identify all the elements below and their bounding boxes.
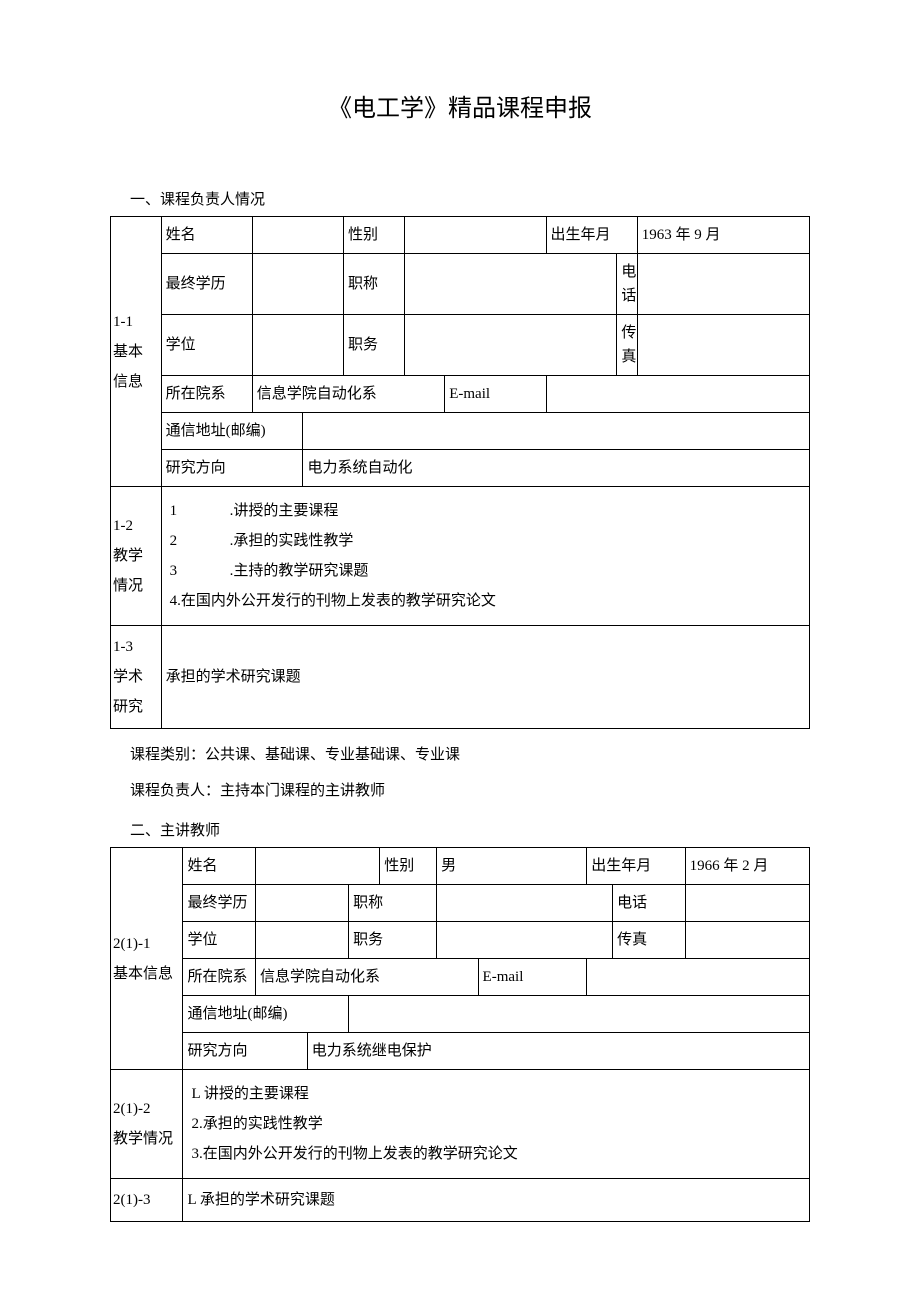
value-phone bbox=[637, 254, 809, 315]
value2-gender: 男 bbox=[437, 848, 587, 885]
t1-num: 1 bbox=[170, 499, 230, 523]
t2-1: L 讲授的主要课程 bbox=[191, 1082, 801, 1106]
academic-text: 承担的学术研究课题 bbox=[161, 626, 809, 729]
value2-degree bbox=[255, 922, 348, 959]
side-teaching: 1-2 教学情况 bbox=[111, 487, 162, 626]
label2-phone: 电话 bbox=[613, 885, 686, 922]
t3-num: 3 bbox=[170, 559, 230, 583]
value2-title bbox=[437, 885, 613, 922]
t3-text: .主持的教学研究课题 bbox=[230, 563, 369, 579]
label2-name: 姓名 bbox=[183, 848, 255, 885]
t2-2: 2.承担的实践性教学 bbox=[191, 1112, 801, 1136]
value-birth: 1963 年 9 月 bbox=[637, 217, 809, 254]
table-person-in-charge: 1-1 基本 信息 姓名 性别 出生年月 1963 年 9 月 最终学历 职称 … bbox=[110, 216, 810, 729]
table-lecturer: 2(1)-1 基本信息 姓名 性别 男 出生年月 1966 年 2 月 最终学历… bbox=[110, 847, 810, 1222]
t2-text: .承担的实践性教学 bbox=[230, 533, 354, 549]
side2-basic-info: 2(1)-1 基本信息 bbox=[111, 848, 183, 1070]
label2-title: 职称 bbox=[349, 885, 437, 922]
value-edu bbox=[252, 254, 343, 315]
label-position: 职务 bbox=[343, 315, 404, 376]
label2-fax: 传真 bbox=[613, 922, 686, 959]
t1-text: .讲授的主要课程 bbox=[230, 503, 339, 519]
side-academic: 1-3 学术 研究 bbox=[111, 626, 162, 729]
value-email bbox=[546, 376, 809, 413]
label-addr: 通信地址(邮编) bbox=[161, 413, 303, 450]
side2-academic: 2(1)-3 bbox=[111, 1179, 183, 1222]
value-name bbox=[252, 217, 343, 254]
value2-email bbox=[587, 959, 810, 996]
teaching-items: 1.讲授的主要课程 2.承担的实践性教学 3.主持的教学研究课题 4.在国内外公… bbox=[161, 487, 809, 626]
label-title: 职称 bbox=[343, 254, 404, 315]
value-position bbox=[404, 315, 617, 376]
label-name: 姓名 bbox=[161, 217, 252, 254]
value2-position bbox=[437, 922, 613, 959]
value2-research: 电力系统继电保护 bbox=[307, 1033, 809, 1070]
label2-email: E-mail bbox=[478, 959, 587, 996]
label-birth: 出生年月 bbox=[546, 217, 637, 254]
label2-edu: 最终学历 bbox=[183, 885, 255, 922]
label-phone: 电话 bbox=[617, 254, 637, 315]
section1-heading: 一、课程负责人情况 bbox=[130, 188, 810, 212]
page-title: 《电工学》精品课程申报 bbox=[110, 90, 810, 128]
label-fax: 传真 bbox=[617, 315, 637, 376]
label-email: E-mail bbox=[445, 376, 546, 413]
value2-birth: 1966 年 2 月 bbox=[685, 848, 809, 885]
value-research: 电力系统自动化 bbox=[303, 450, 810, 487]
note-person: 课程负责人：主持本门课程的主讲教师 bbox=[130, 773, 810, 809]
label2-addr: 通信地址(邮编) bbox=[183, 996, 349, 1033]
value2-dept: 信息学院自动化系 bbox=[255, 959, 478, 996]
label2-research: 研究方向 bbox=[183, 1033, 307, 1070]
value2-edu bbox=[255, 885, 348, 922]
value2-phone bbox=[685, 885, 809, 922]
t2-3: 3.在国内外公开发行的刊物上发表的教学研究论文 bbox=[191, 1142, 801, 1166]
label-research: 研究方向 bbox=[161, 450, 303, 487]
value-addr bbox=[303, 413, 810, 450]
section2-heading: 二、主讲教师 bbox=[130, 819, 810, 843]
label-dept: 所在院系 bbox=[161, 376, 252, 413]
value-degree bbox=[252, 315, 343, 376]
label-edu: 最终学历 bbox=[161, 254, 252, 315]
notes-block: 课程类别：公共课、基础课、专业基础课、专业课 课程负责人：主持本门课程的主讲教师 bbox=[130, 737, 810, 809]
label2-degree: 学位 bbox=[183, 922, 255, 959]
label2-position: 职务 bbox=[349, 922, 437, 959]
value-gender bbox=[404, 217, 546, 254]
label2-gender: 性别 bbox=[380, 848, 437, 885]
teaching2-items: L 讲授的主要课程 2.承担的实践性教学 3.在国内外公开发行的刊物上发表的教学… bbox=[183, 1070, 810, 1179]
value-dept: 信息学院自动化系 bbox=[252, 376, 444, 413]
side2-teaching: 2(1)-2 教学情况 bbox=[111, 1070, 183, 1179]
label-degree: 学位 bbox=[161, 315, 252, 376]
academic2-text: L 承担的学术研究课题 bbox=[183, 1179, 810, 1222]
value2-name bbox=[255, 848, 379, 885]
value2-fax bbox=[685, 922, 809, 959]
value-title bbox=[404, 254, 617, 315]
side-basic-info: 1-1 基本 信息 bbox=[111, 217, 162, 487]
note-category: 课程类别：公共课、基础课、专业基础课、专业课 bbox=[130, 737, 810, 773]
t4-text: 4.在国内外公开发行的刊物上发表的教学研究论文 bbox=[170, 589, 801, 613]
label2-dept: 所在院系 bbox=[183, 959, 255, 996]
label2-birth: 出生年月 bbox=[587, 848, 685, 885]
value2-addr bbox=[349, 996, 810, 1033]
label-gender: 性别 bbox=[343, 217, 404, 254]
value-fax bbox=[637, 315, 809, 376]
t2-num: 2 bbox=[170, 529, 230, 553]
